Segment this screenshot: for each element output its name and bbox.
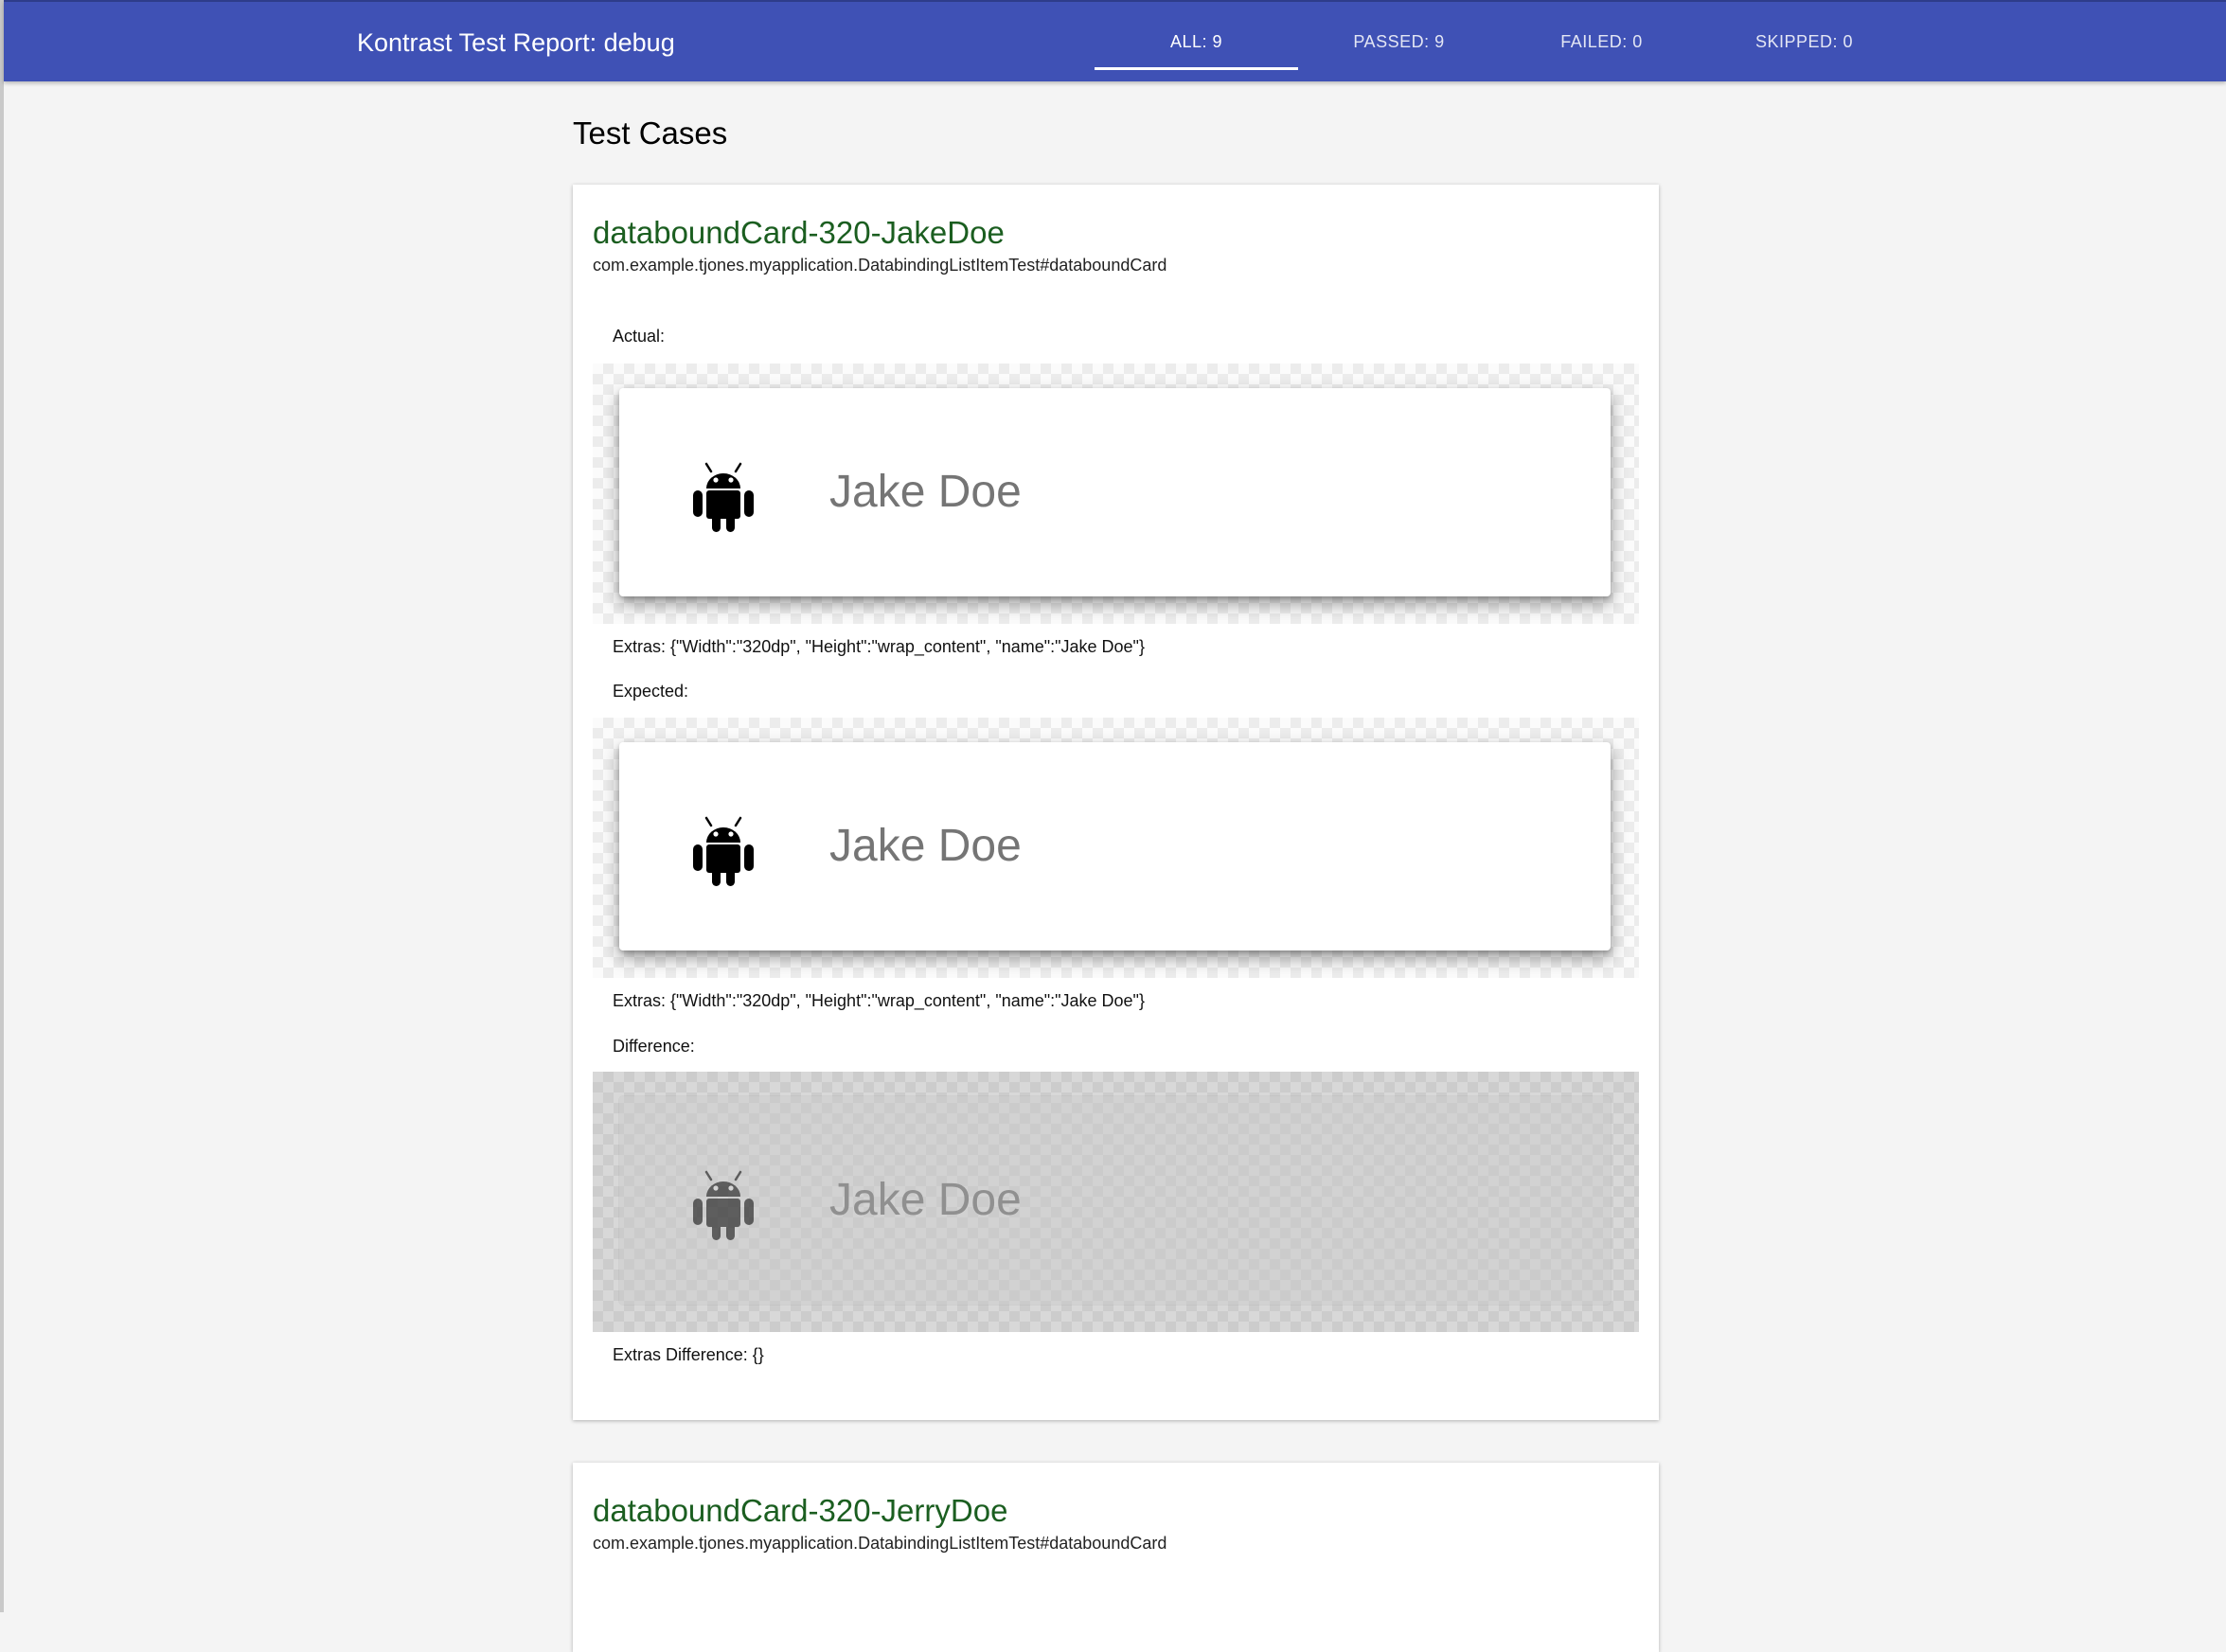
list-item-card: Jake Doe xyxy=(619,388,1611,596)
list-item-name: Jake Doe xyxy=(829,821,1022,871)
list-item-card: Jake Doe xyxy=(619,1096,1611,1305)
list-item-card: Jake Doe xyxy=(619,742,1611,950)
list-item-name: Jake Doe xyxy=(829,467,1022,517)
test-case-name: databoundCard-320-JakeDoe xyxy=(593,215,1005,250)
test-case-class: com.example.tjones.myapplication.Databin… xyxy=(593,1534,1167,1553)
test-case-name: databoundCard-320-JerryDoe xyxy=(593,1493,1008,1528)
tab-skipped[interactable]: SKIPPED: 0 xyxy=(1702,2,1906,81)
actual-extras: Extras: {"Width":"320dp", "Height":"wrap… xyxy=(613,637,1145,656)
tab-failed[interactable]: FAILED: 0 xyxy=(1500,2,1703,81)
list-item-name: Jake Doe xyxy=(829,1175,1022,1225)
test-case-card: databoundCard-320-JakeDoe com.example.tj… xyxy=(573,185,1659,1420)
test-case-class: com.example.tjones.myapplication.Databin… xyxy=(593,256,1167,275)
report-title: Kontrast Test Report: debug xyxy=(357,28,675,57)
difference-label: Difference: xyxy=(613,1037,695,1056)
tab-all[interactable]: ALL: 9 xyxy=(1095,2,1298,81)
expected-extras: Extras: {"Width":"320dp", "Height":"wrap… xyxy=(613,991,1145,1010)
page-title: Test Cases xyxy=(573,115,728,151)
android-icon xyxy=(693,816,754,886)
expected-label: Expected: xyxy=(613,682,689,701)
window-edge xyxy=(0,0,4,1612)
difference-screenshot: Jake Doe xyxy=(593,1072,1639,1332)
extras-difference: Extras Difference: {} xyxy=(613,1345,764,1364)
actual-screenshot: Jake Doe xyxy=(593,364,1639,624)
android-icon xyxy=(693,462,754,532)
tab-passed[interactable]: PASSED: 9 xyxy=(1297,2,1501,81)
test-case-card: databoundCard-320-JerryDoe com.example.t… xyxy=(573,1463,1659,1652)
expected-screenshot: Jake Doe xyxy=(593,718,1639,978)
actual-label: Actual: xyxy=(613,327,666,346)
app-bar: Kontrast Test Report: debug ALL: 9 PASSE… xyxy=(4,0,2226,81)
android-icon xyxy=(693,1170,754,1240)
